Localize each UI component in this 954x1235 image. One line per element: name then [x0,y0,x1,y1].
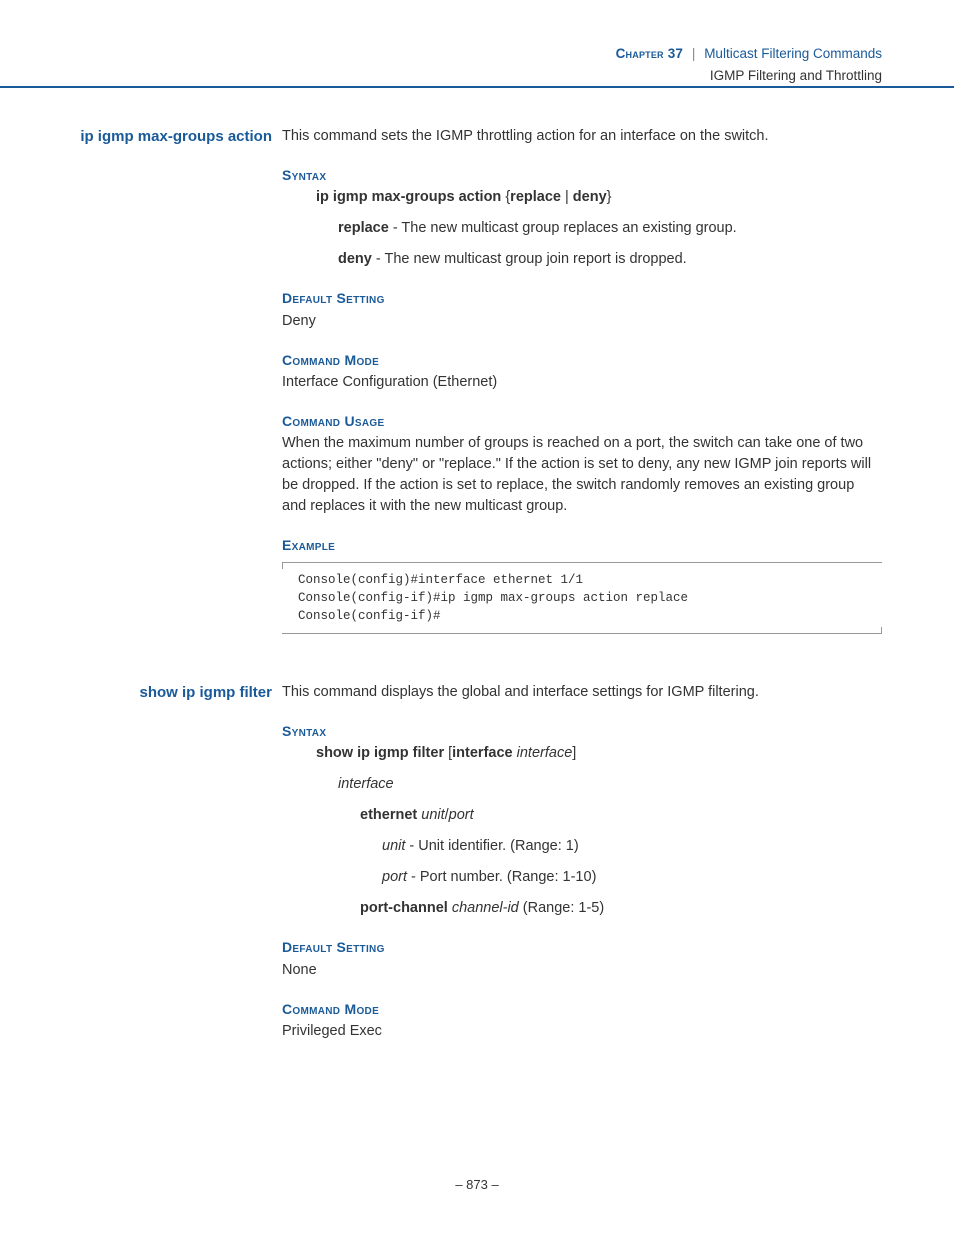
page-number: – 873 – [455,1177,498,1192]
command-body: This command sets the IGMP throttling ac… [282,126,882,634]
ethernet-line: ethernet unit/port [282,805,882,826]
syntax-heading: Syntax [282,721,882,741]
mode-value: Privileged Exec [282,1021,882,1042]
example-code: Console(config)#interface ethernet 1/1 C… [282,562,882,634]
param-replace: replace - The new multicast group replac… [282,218,882,239]
header-line-1: Chapter 37 | Multicast Filtering Command… [616,44,882,64]
separator: | [692,46,696,61]
usage-heading: Command Usage [282,411,882,431]
command-body: This command displays the global and int… [282,682,882,1042]
page-header: Chapter 37 | Multicast Filtering Command… [616,44,882,85]
page-footer: – 873 – [0,1176,954,1195]
default-heading: Default Setting [282,288,882,308]
command-description: This command sets the IGMP throttling ac… [282,126,882,147]
chapter-label: Chapter 37 [616,46,684,61]
mode-heading: Command Mode [282,350,882,370]
default-value: None [282,960,882,981]
command-entry: ip igmp max-groups action This command s… [72,126,882,634]
port-channel-line: port-channel channel-id (Range: 1-5) [282,898,882,919]
section-title: IGMP Filtering and Throttling [616,66,882,86]
syntax-heading: Syntax [282,165,882,185]
command-description: This command displays the global and int… [282,682,882,703]
command-entry: show ip igmp filter This command display… [72,682,882,1042]
header-rule [0,86,954,88]
mode-value: Interface Configuration (Ethernet) [282,372,882,393]
syntax-text: ip igmp max-groups action [316,189,505,205]
syntax-line: show ip igmp filter [interface interface… [282,743,882,764]
chapter-title: Multicast Filtering Commands [704,46,882,61]
command-name: ip igmp max-groups action [72,126,282,634]
unit-line: unit - Unit identifier. (Range: 1) [282,836,882,857]
syntax-line: ip igmp max-groups action {replace | den… [282,187,882,208]
default-heading: Default Setting [282,937,882,957]
default-value: Deny [282,311,882,332]
example-heading: Example [282,535,882,555]
usage-text: When the maximum number of groups is rea… [282,433,882,517]
port-line: port - Port number. (Range: 1-10) [282,867,882,888]
mode-heading: Command Mode [282,999,882,1019]
content-area: ip igmp max-groups action This command s… [72,126,882,1090]
command-name: show ip igmp filter [72,682,282,1042]
interface-arg: interface [282,774,882,795]
param-deny: deny - The new multicast group join repo… [282,249,882,270]
